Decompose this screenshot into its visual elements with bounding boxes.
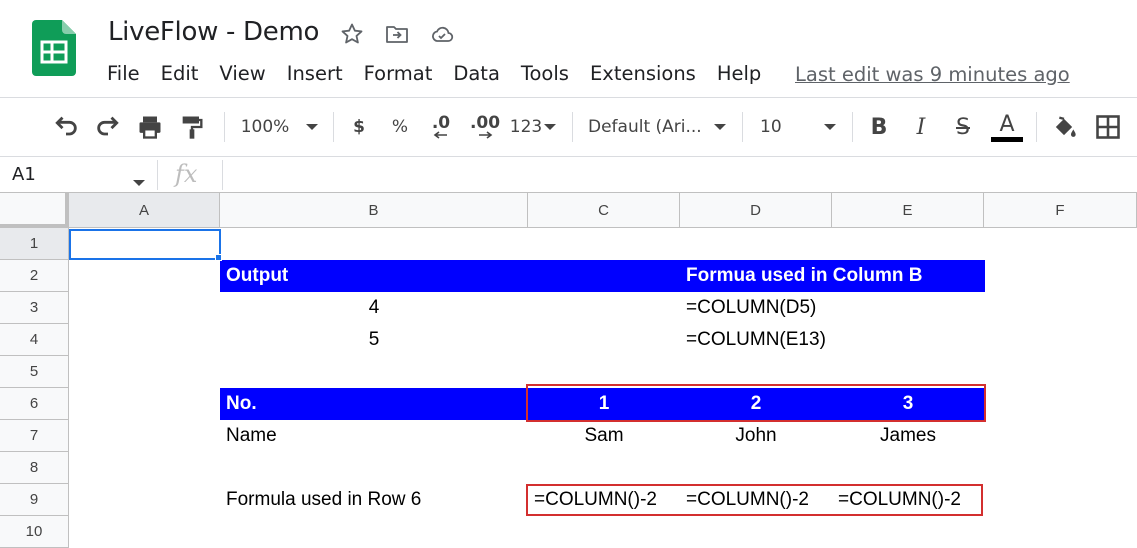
column-header-e[interactable]: E [832,193,984,228]
cell-b4[interactable]: 5 [220,324,528,356]
toolbar-separator [742,112,743,142]
spreadsheet-grid: A B C D E F 1 2 3 4 5 6 7 8 9 10 Output … [0,193,1137,548]
cell-e7[interactable]: James [832,420,984,452]
row-header-7[interactable]: 7 [0,420,69,452]
more-formats-dropdown-icon[interactable] [542,112,558,142]
formula-bar-separator [157,160,158,190]
formula-bar-separator [222,160,223,190]
row-header-4[interactable]: 4 [0,324,69,356]
last-edit-link[interactable]: Last edit was 9 minutes ago [795,63,1070,86]
arrow-left-icon [433,131,447,139]
more-formats-button[interactable]: 123 [509,112,543,142]
divider [0,156,1137,157]
menu-file[interactable]: File [107,62,140,85]
cell-b7[interactable]: Name [226,420,277,452]
cell-b9[interactable]: Formula used in Row 6 [226,484,421,516]
font-size-select[interactable]: 10 [760,112,790,142]
percent-format-button[interactable]: % [388,112,412,142]
menu-format[interactable]: Format [364,62,433,85]
currency-format-button[interactable]: $ [348,112,370,142]
cell-b3[interactable]: 4 [220,292,528,324]
row-header-9[interactable]: 9 [0,484,69,516]
cell-d3[interactable]: =COLUMN(D5) [686,292,816,324]
zoom-dropdown-icon[interactable] [304,112,320,142]
menu-edit[interactable]: Edit [161,62,199,85]
column-header-d[interactable]: D [680,193,832,228]
row-header-2[interactable]: 2 [0,260,69,292]
selected-cell-a1[interactable] [69,229,221,260]
font-size-dropdown-icon[interactable] [822,112,838,142]
cell-c7[interactable]: Sam [528,420,680,452]
strikethrough-button[interactable]: S [950,112,976,142]
row-header-10[interactable]: 10 [0,516,69,548]
cell-d4[interactable]: =COLUMN(E13) [686,324,826,356]
column-header-c[interactable]: C [528,193,680,228]
menu-bar: File Edit View Insert Format Data Tools … [107,62,782,85]
bold-button[interactable]: B [866,112,892,142]
move-to-folder-icon[interactable] [385,22,409,46]
fx-icon: fx [175,160,198,188]
print-icon[interactable] [136,112,164,142]
zoom-select[interactable]: 100% [240,112,290,142]
menu-tools[interactable]: Tools [521,62,569,85]
increase-decimal-button[interactable]: .00 [468,112,502,142]
font-family-select[interactable]: Default (Ari... [588,112,708,142]
divider [0,97,1137,98]
select-all-corner[interactable] [0,193,69,228]
row9-highlight-box [526,484,983,516]
undo-icon[interactable] [52,112,80,142]
menu-insert[interactable]: Insert [287,62,343,85]
cell-b6[interactable]: No. [226,388,257,420]
row-header-5[interactable]: 5 [0,356,69,388]
italic-button[interactable]: I [908,112,934,142]
name-box[interactable]: A1 [12,164,36,185]
row6-highlight-box [526,384,986,422]
menu-data[interactable]: Data [453,62,500,85]
sheets-logo-icon[interactable] [32,20,76,76]
menu-extensions[interactable]: Extensions [590,62,696,85]
toolbar-separator [333,112,334,142]
cell-d7[interactable]: John [680,420,832,452]
menu-view[interactable]: View [219,62,265,85]
star-icon[interactable] [340,22,364,46]
borders-icon[interactable] [1094,112,1122,142]
name-box-dropdown-icon[interactable] [133,173,145,191]
text-color-button[interactable]: A [990,108,1024,146]
cell-b2[interactable]: Output [226,260,288,292]
paint-format-icon[interactable] [178,112,206,142]
decrease-decimal-button[interactable]: .0 [426,112,456,142]
fill-handle[interactable] [215,254,222,261]
row-header-1[interactable]: 1 [0,228,69,260]
text-color-swatch [991,136,1023,142]
row-header-3[interactable]: 3 [0,292,69,324]
column-header-b[interactable]: B [220,193,528,228]
document-title[interactable]: LiveFlow - Demo [108,17,319,47]
row-header-8[interactable]: 8 [0,452,69,484]
row-header-6[interactable]: 6 [0,388,69,420]
cloud-saved-icon[interactable] [430,22,454,46]
toolbar-separator [852,112,853,142]
toolbar-separator [572,112,573,142]
redo-icon[interactable] [94,112,122,142]
column-header-a[interactable]: A [69,193,220,228]
column-header-f[interactable]: F [984,193,1137,228]
cell-d2[interactable]: Formua used in Column B [686,260,922,292]
menu-help[interactable]: Help [717,62,761,85]
arrow-right-icon [479,131,493,139]
formula-input[interactable] [232,160,1122,190]
fill-color-icon[interactable] [1050,112,1078,142]
font-family-dropdown-icon[interactable] [712,112,728,142]
toolbar-separator [224,112,225,142]
toolbar-separator [1036,112,1037,142]
